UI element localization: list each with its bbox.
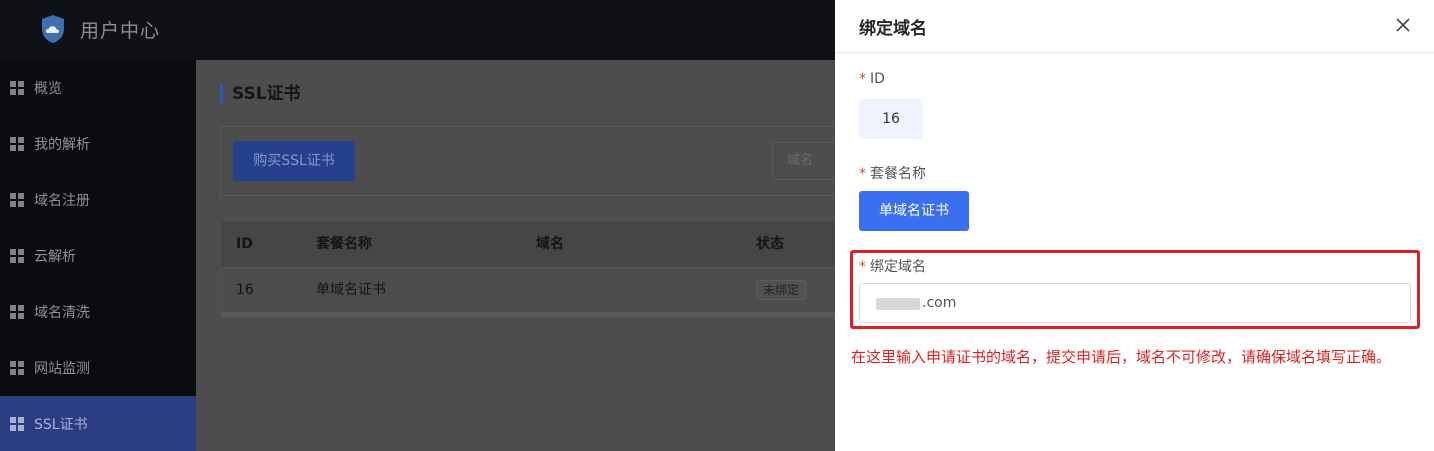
grid-icon xyxy=(10,417,24,431)
grid-icon xyxy=(10,249,24,263)
ssl-table: ID 套餐名称 域名 状态 16 单域名证书 未绑定 xyxy=(220,220,841,318)
required-mark: * xyxy=(859,259,866,275)
sidebar-item-label: 我的解析 xyxy=(34,137,90,153)
drawer-title: 绑定域名 xyxy=(859,19,927,39)
plan-button[interactable]: 单域名证书 xyxy=(859,191,969,231)
column-header-status: 状态 xyxy=(756,236,784,252)
sidebar-item-label: 网站监测 xyxy=(34,361,90,377)
plan-label: * 套餐名称 xyxy=(859,166,926,182)
toolbar: 购买SSL证书 域名 xyxy=(220,126,852,196)
required-mark: * xyxy=(859,71,866,87)
bind-domain-label: * 绑定域名 xyxy=(859,259,926,275)
cloud-shield-icon xyxy=(42,15,64,43)
close-icon[interactable] xyxy=(1393,15,1413,35)
cell-plan: 单域名证书 xyxy=(316,282,386,298)
cell-id: 16 xyxy=(236,282,254,298)
sidebar-item-site-monitor[interactable]: 网站监测 xyxy=(0,340,196,396)
horizontal-scrollbar[interactable] xyxy=(221,312,841,317)
grid-icon xyxy=(10,305,24,319)
status-badge: 未绑定 xyxy=(756,280,807,300)
column-header-id: ID xyxy=(236,236,253,252)
id-label: * ID xyxy=(859,71,885,87)
bind-domain-drawer: 绑定域名 * ID 16 * 套餐名称 单域名证书 * 绑定域名 .com 在这里输入… xyxy=(835,0,1434,451)
sidebar-item-my-dns[interactable]: 我的解析 xyxy=(0,116,196,172)
id-value: 16 xyxy=(859,99,923,139)
column-header-domain: 域名 xyxy=(536,236,564,252)
sidebar-item-domain-clean[interactable]: 域名清洗 xyxy=(0,284,196,340)
domain-input[interactable]: .com xyxy=(859,283,1411,323)
required-mark: * xyxy=(859,166,866,182)
drawer-header: 绑定域名 xyxy=(835,0,1434,53)
sidebar-item-ssl[interactable]: SSL证书 xyxy=(0,396,196,451)
grid-icon xyxy=(10,193,24,207)
sidebar-item-domain-register[interactable]: 域名注册 xyxy=(0,172,196,228)
table-header: ID 套餐名称 域名 状态 xyxy=(221,221,841,268)
sidebar-item-label: 概览 xyxy=(34,81,62,97)
sidebar-item-label: 域名注册 xyxy=(34,193,90,209)
sidebar: 概览 我的解析 域名注册 云解析 域名清洗 网站监测 SSL证书 xyxy=(0,60,196,451)
grid-icon xyxy=(10,361,24,375)
app-title: 用户中心 xyxy=(80,19,161,42)
annotation-note: 在这里输入申请证书的域名，提交申请后，域名不可修改，请确保域名填写正确。 xyxy=(851,348,1392,366)
grid-icon xyxy=(10,81,24,95)
logo[interactable]: 用户中心 xyxy=(40,12,160,46)
sidebar-item-cloud-dns[interactable]: 云解析 xyxy=(0,228,196,284)
redacted-text xyxy=(876,298,920,310)
sidebar-item-overview[interactable]: 概览 xyxy=(0,60,196,116)
table-row[interactable]: 16 单域名证书 未绑定 xyxy=(221,268,841,312)
buy-ssl-button[interactable]: 购买SSL证书 xyxy=(233,141,355,181)
sidebar-item-label: 云解析 xyxy=(34,249,76,265)
sidebar-item-label: 域名清洗 xyxy=(34,305,90,321)
grid-icon xyxy=(10,137,24,151)
domain-value: .com xyxy=(922,295,957,311)
page-title: SSL证书 xyxy=(220,84,301,104)
sidebar-item-label: SSL证书 xyxy=(34,417,88,433)
column-header-plan: 套餐名称 xyxy=(316,236,372,252)
